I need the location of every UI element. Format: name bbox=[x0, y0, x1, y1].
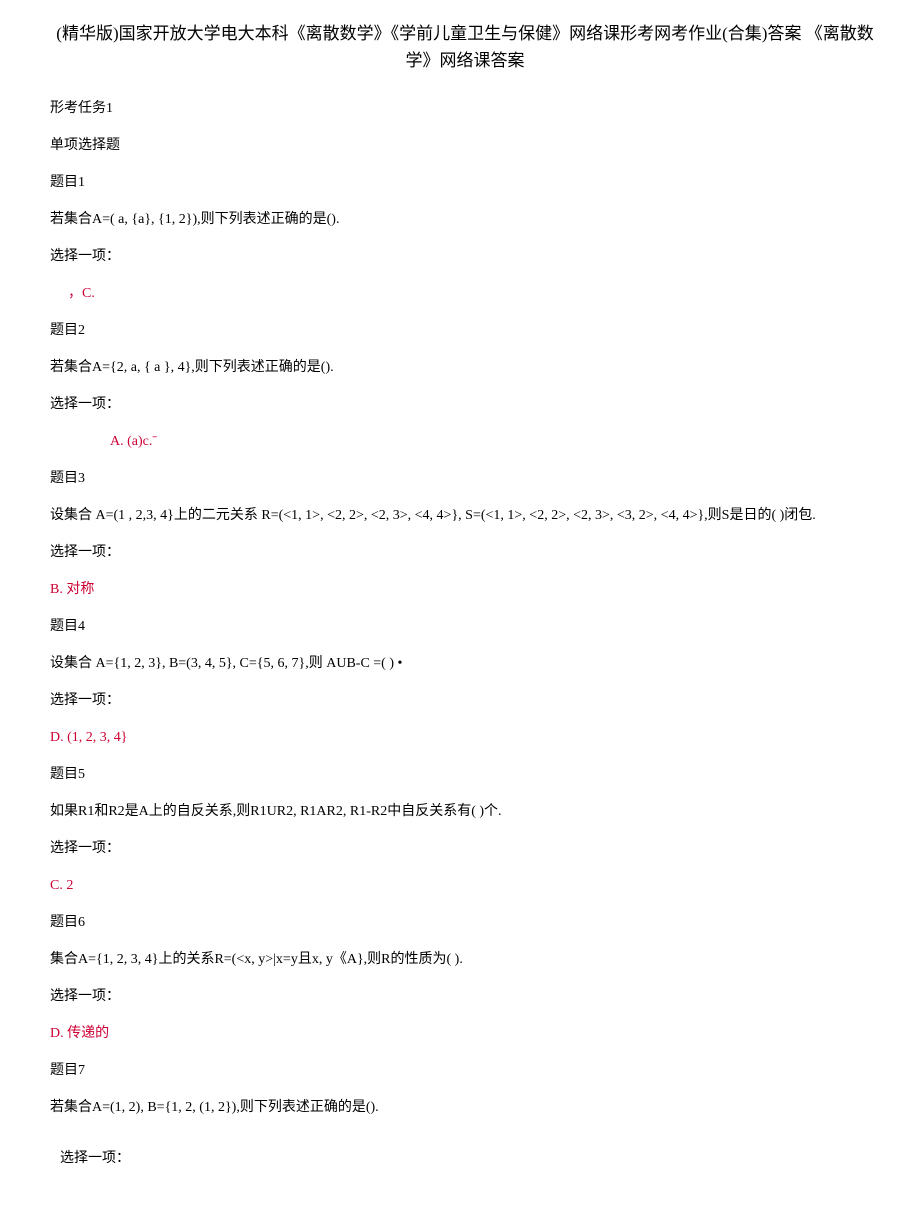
question-label: 题目5 bbox=[50, 764, 880, 785]
select-prompt: 选择一项： bbox=[50, 246, 880, 267]
answer-text: A. (a)c.ˉ bbox=[50, 431, 880, 452]
question-text: 设集合 A=(1 , 2,3, 4}上的二元关系 R=(<1, 1>, <2, … bbox=[50, 505, 880, 526]
question-text: 若集合A=(1, 2), B={1, 2, (1, 2}),则下列表述正确的是(… bbox=[50, 1097, 880, 1118]
question-text: 若集合A={2, a, { a }, 4},则下列表述正确的是(). bbox=[50, 357, 880, 378]
select-prompt: 选择一项： bbox=[50, 690, 880, 711]
answer-text: D. 传递的 bbox=[50, 1023, 880, 1044]
select-prompt: 选择一项： bbox=[50, 1148, 880, 1169]
question-label: 题目7 bbox=[50, 1060, 880, 1081]
answer-text: ，C. bbox=[50, 283, 880, 304]
question-label: 题目3 bbox=[50, 468, 880, 489]
question-label: 题目4 bbox=[50, 616, 880, 637]
select-prompt: 选择一项： bbox=[50, 986, 880, 1007]
question-text: 如果R1和R2是A上的自反关系,则R1UR2, R1AR2, R1-R2中自反关… bbox=[50, 801, 880, 822]
select-prompt: 选择一项： bbox=[50, 838, 880, 859]
document-title: (精华版)国家开放大学电大本科《离散数学》《学前儿童卫生与保健》网络课形考网考作… bbox=[50, 20, 880, 74]
question-text: 若集合A=( a, {a}, {1, 2}),则下列表述正确的是(). bbox=[50, 209, 880, 230]
question-label: 题目6 bbox=[50, 912, 880, 933]
select-prompt: 选择一项： bbox=[50, 542, 880, 563]
answer-text: C. 2 bbox=[50, 875, 880, 896]
task-heading: 形考任务1 bbox=[50, 98, 880, 119]
select-prompt: 选择一项： bbox=[50, 394, 880, 415]
answer-text: B. 对称 bbox=[50, 579, 880, 600]
answer-text: D. (1, 2, 3, 4} bbox=[50, 727, 880, 748]
section-heading: 单项选择题 bbox=[50, 135, 880, 156]
question-label: 题目1 bbox=[50, 172, 880, 193]
question-text: 集合A={1, 2, 3, 4}上的关系R=(<x, y>|x=y且x, y《A… bbox=[50, 949, 880, 970]
question-label: 题目2 bbox=[50, 320, 880, 341]
question-text: 设集合 A={1, 2, 3}, B=(3, 4, 5}, C={5, 6, 7… bbox=[50, 653, 880, 674]
